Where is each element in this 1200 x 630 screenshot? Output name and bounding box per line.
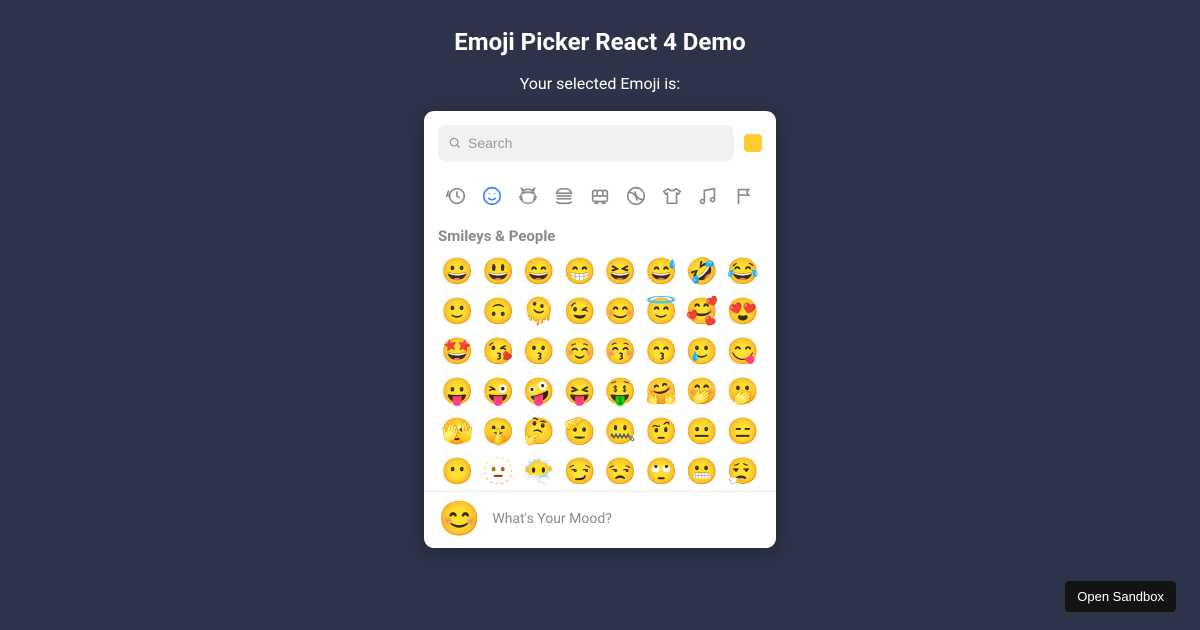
- flag-icon: [733, 185, 755, 210]
- emoji-cell[interactable]: 🙂: [440, 295, 475, 329]
- preview-text: What's Your Mood?: [492, 511, 612, 527]
- emoji-cell[interactable]: 🫠: [522, 295, 557, 329]
- emoji-cell[interactable]: 😶‍🌫️: [522, 455, 557, 489]
- skin-tone-button[interactable]: [744, 134, 762, 152]
- emoji-cell[interactable]: 😊: [603, 295, 638, 329]
- emoji-cell[interactable]: 🫣: [440, 415, 475, 449]
- picker-footer: 😊 What's Your Mood?: [424, 491, 776, 548]
- emoji-cell[interactable]: 🥲: [685, 335, 720, 369]
- emoji-cell[interactable]: 😉: [562, 295, 597, 329]
- ball-icon: [625, 185, 647, 210]
- emoji-cell[interactable]: 😆: [603, 255, 638, 289]
- page-subtitle: Your selected Emoji is:: [520, 74, 681, 93]
- emoji-cell[interactable]: 😙: [644, 335, 679, 369]
- emoji-cell[interactable]: 😬: [685, 455, 720, 489]
- category-animals[interactable]: [514, 185, 542, 209]
- emoji-cell[interactable]: 😑: [725, 415, 760, 449]
- category-activities[interactable]: [622, 185, 650, 209]
- preview-emoji: 😊: [438, 502, 480, 536]
- emoji-cell[interactable]: 🤫: [481, 415, 516, 449]
- emoji-cell[interactable]: 😃: [481, 255, 516, 289]
- emoji-cell[interactable]: 🫥: [481, 455, 516, 489]
- category-flags[interactable]: [730, 185, 758, 209]
- emoji-cell[interactable]: 😋: [725, 335, 760, 369]
- cat-icon: [517, 185, 539, 210]
- emoji-cell[interactable]: 🤐: [603, 415, 638, 449]
- emoji-cell[interactable]: 😀: [440, 255, 475, 289]
- emoji-cell[interactable]: 😄: [522, 255, 557, 289]
- category-smileys[interactable]: [478, 185, 506, 209]
- car-icon: [589, 185, 611, 210]
- emoji-cell[interactable]: 😛: [440, 375, 475, 409]
- emoji-cell[interactable]: 🙃: [481, 295, 516, 329]
- category-food[interactable]: [550, 185, 578, 209]
- emoji-cell[interactable]: 🫢: [725, 375, 760, 409]
- emoji-cell[interactable]: 😐: [685, 415, 720, 449]
- category-objects[interactable]: [658, 185, 686, 209]
- emoji-scroll-area[interactable]: 😀😃😄😁😆😅🤣😂 🙂🙃🫠😉😊😇🥰😍 🤩😘😗☺️😚😙🥲😋 😛😜🤪😝🤑🤗🤭🫢 🫣🤫🤔🫡🤐🤨😐…: [424, 255, 776, 491]
- emoji-cell[interactable]: 😶: [440, 455, 475, 489]
- music-icon: [697, 185, 719, 210]
- emoji-cell[interactable]: 🤨: [644, 415, 679, 449]
- emoji-cell[interactable]: 🤔: [522, 415, 557, 449]
- open-sandbox-button[interactable]: Open Sandbox: [1065, 581, 1176, 612]
- category-travel[interactable]: [586, 185, 614, 209]
- emoji-cell[interactable]: 🤩: [440, 335, 475, 369]
- category-nav: [438, 161, 762, 223]
- search-field-wrap[interactable]: [438, 125, 734, 161]
- emoji-cell[interactable]: 😘: [481, 335, 516, 369]
- category-recent[interactable]: [442, 185, 470, 209]
- emoji-cell[interactable]: 😚: [603, 335, 638, 369]
- emoji-cell[interactable]: 😍: [725, 295, 760, 329]
- page-title: Emoji Picker React 4 Demo: [454, 28, 745, 56]
- emoji-cell[interactable]: 🤗: [644, 375, 679, 409]
- emoji-cell[interactable]: 😂: [725, 255, 760, 289]
- emoji-cell[interactable]: 🫡: [562, 415, 597, 449]
- emoji-cell[interactable]: 😏: [562, 455, 597, 489]
- emoji-cell[interactable]: 😒: [603, 455, 638, 489]
- emoji-cell[interactable]: 😮‍💨: [725, 455, 760, 489]
- emoji-cell[interactable]: 🤭: [685, 375, 720, 409]
- emoji-cell[interactable]: 😁: [562, 255, 597, 289]
- emoji-cell[interactable]: 🤣: [685, 255, 720, 289]
- emoji-cell[interactable]: 😅: [644, 255, 679, 289]
- emoji-cell[interactable]: 🙄: [644, 455, 679, 489]
- emoji-cell[interactable]: ☺️: [562, 335, 597, 369]
- shirt-icon: [661, 185, 683, 210]
- emoji-cell[interactable]: 🤑: [603, 375, 638, 409]
- search-input[interactable]: [468, 135, 724, 151]
- search-icon: [448, 136, 462, 150]
- burger-icon: [553, 185, 575, 210]
- section-label: Smileys & People: [438, 223, 762, 255]
- clock-icon: [445, 185, 467, 210]
- emoji-cell[interactable]: 🤪: [522, 375, 557, 409]
- emoji-cell[interactable]: 😗: [522, 335, 557, 369]
- smiley-icon: [481, 185, 503, 210]
- emoji-picker: Smileys & People 😀😃😄😁😆😅🤣😂🙂🙃🫠😉😊😇🥰😍🤩😘😗☺️😚😙…: [424, 111, 776, 548]
- emoji-cell[interactable]: 🥰: [685, 295, 720, 329]
- emoji-cell[interactable]: 😜: [481, 375, 516, 409]
- emoji-cell[interactable]: 😝: [562, 375, 597, 409]
- category-symbols[interactable]: [694, 185, 722, 209]
- emoji-cell[interactable]: 😇: [644, 295, 679, 329]
